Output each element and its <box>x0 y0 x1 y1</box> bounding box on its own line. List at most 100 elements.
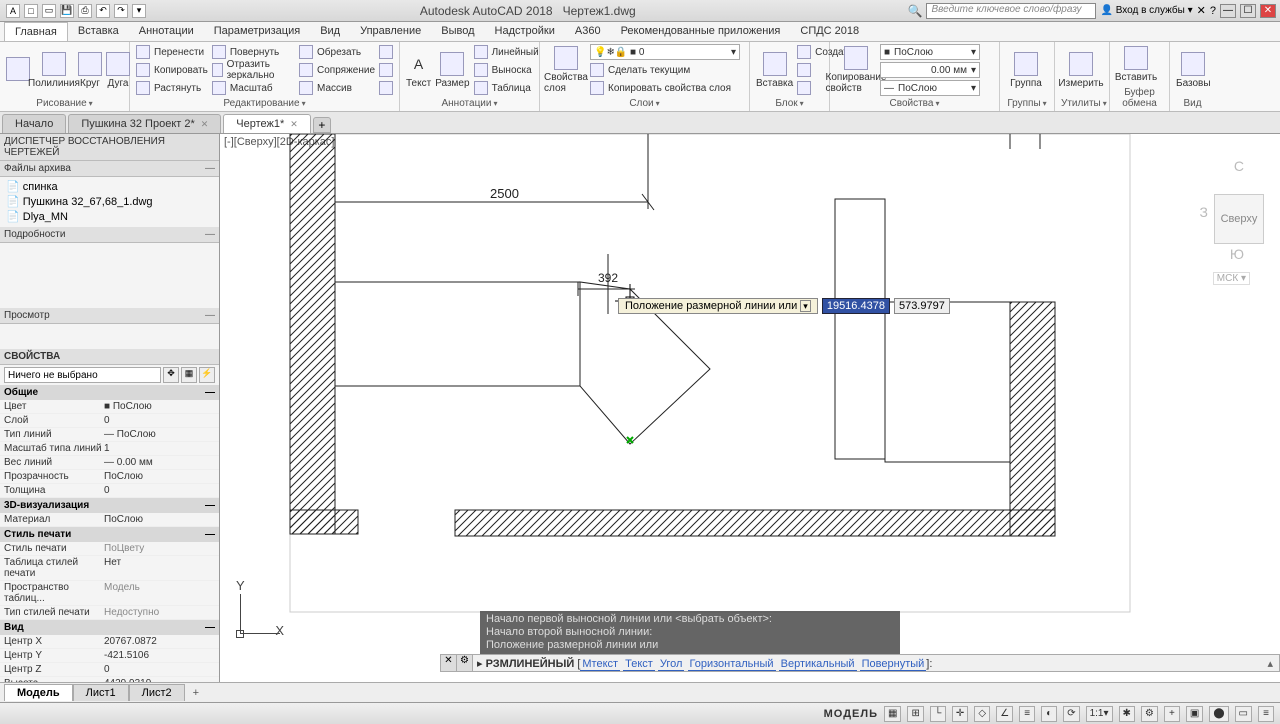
tab-view[interactable]: Вид <box>310 22 350 41</box>
base-view-button[interactable]: Базовы <box>1176 44 1211 96</box>
cmd-options-icon[interactable]: ⚙ <box>457 655 473 671</box>
copy-button[interactable]: Копировать <box>136 62 208 78</box>
drawing-canvas[interactable]: [-][Сверху][2D-каркас] С З Ю Сверху МСК … <box>220 134 1280 682</box>
lweight-toggle-icon[interactable]: ≡ <box>1019 706 1035 722</box>
tab-home[interactable]: Главная <box>4 22 68 41</box>
opt-vert[interactable]: Вертикальный <box>779 658 857 671</box>
search-icon[interactable]: 🔍 <box>908 4 923 18</box>
panel-modify-label[interactable]: Редактирование <box>136 96 393 109</box>
selection-dropdown[interactable] <box>4 367 161 383</box>
panel-util-label[interactable]: Утилиты <box>1061 96 1103 109</box>
opt-rot[interactable]: Повернутый <box>860 658 927 671</box>
tab-model[interactable]: Модель <box>4 684 73 701</box>
close-tab-icon[interactable]: ✕ <box>290 119 298 129</box>
tab-layout-1[interactable]: Лист1 <box>73 684 129 701</box>
command-line[interactable]: ✕ ⚙ ▸ РЗМЛИНЕЙНЫЙ [Мтекст Текст Угол Гор… <box>440 654 1280 672</box>
tab-doc-1[interactable]: Пушкина 32 Проект 2*✕ <box>68 114 221 133</box>
linear-dim-button[interactable]: Линейный <box>474 44 539 60</box>
layer-props-button[interactable]: Свойства слоя <box>546 44 586 96</box>
workspace-icon[interactable]: ⚙ <box>1141 706 1158 722</box>
tab-parametric[interactable]: Параметризация <box>204 22 310 41</box>
prop-ltype[interactable]: — ПоСлою <box>104 429 215 440</box>
insert-block-button[interactable]: Вставка <box>756 44 793 96</box>
otrack-icon[interactable]: ∠ <box>996 706 1013 722</box>
minimize-icon[interactable]: — <box>1220 4 1236 18</box>
tab-addins[interactable]: Надстройки <box>485 22 565 41</box>
print-icon[interactable]: ⎙ <box>78 4 92 18</box>
file-item[interactable]: 📄 спинка <box>6 179 213 194</box>
tab-output[interactable]: Вывод <box>431 22 484 41</box>
cycling-icon[interactable]: ⟳ <box>1063 706 1079 722</box>
prop-layer[interactable]: 0 <box>104 415 215 426</box>
panel-draw-label[interactable]: Рисование <box>6 96 123 109</box>
paste-button[interactable]: Вставить <box>1116 44 1156 85</box>
annotation-monitor-icon[interactable]: + <box>1164 706 1180 722</box>
rotate-button[interactable]: Повернуть <box>212 44 295 60</box>
opt-angle[interactable]: Угол <box>658 658 685 671</box>
clean-screen-icon[interactable]: ▭ <box>1235 706 1252 722</box>
customize-icon[interactable]: ≡ <box>1258 706 1274 722</box>
file-item[interactable]: 📄 Dlya_MN <box>6 209 213 224</box>
prop-thick[interactable]: 0 <box>104 485 215 496</box>
redo-icon[interactable]: ↷ <box>114 4 128 18</box>
measure-button[interactable]: Измерить <box>1061 44 1101 96</box>
maximize-icon[interactable]: ☐ <box>1240 4 1256 18</box>
panel-layers-label[interactable]: Слои <box>546 96 743 109</box>
match-props-button[interactable]: Копирование свойств <box>836 44 876 96</box>
make-current-button[interactable]: Сделать текущим <box>590 62 743 78</box>
opt-mtext[interactable]: Мтекст <box>580 658 620 671</box>
tooltip-x-input[interactable]: 19516.4378 <box>822 298 890 314</box>
trim-button[interactable]: Обрезать <box>299 44 375 60</box>
fillet-button[interactable]: Сопряжение <box>299 62 375 78</box>
cmd-close-icon[interactable]: ✕ <box>441 655 457 671</box>
new-icon[interactable]: □ <box>24 4 38 18</box>
scale-button[interactable]: Масштаб <box>212 80 295 96</box>
panel-block-label[interactable]: Блок <box>756 96 823 109</box>
tab-featured[interactable]: Рекомендованные приложения <box>611 22 791 41</box>
color-dropdown[interactable]: ■ ПоСлою▾ <box>880 44 980 60</box>
grid-icon[interactable]: ▦ <box>884 706 901 722</box>
text-button[interactable]: AТекст <box>406 44 431 96</box>
stretch-button[interactable]: Растянуть <box>136 80 208 96</box>
polyline-button[interactable]: Полилиния <box>34 44 74 96</box>
tab-layout-2[interactable]: Лист2 <box>129 684 185 701</box>
panel-props-label[interactable]: Свойства <box>836 96 993 109</box>
file-item[interactable]: 📄 Пушкина 32_67,68_1.dwg <box>6 194 213 209</box>
cat-general[interactable]: Общие— <box>0 385 219 400</box>
snap-icon[interactable]: ⊞ <box>907 706 923 722</box>
save-icon[interactable]: 💾 <box>60 4 74 18</box>
opt-text[interactable]: Текст <box>623 658 655 671</box>
panel-group-label[interactable]: Группы <box>1006 96 1048 109</box>
cat-plot[interactable]: Стиль печати— <box>0 527 219 542</box>
tab-insert[interactable]: Вставка <box>68 22 129 41</box>
prop-ltscale[interactable]: 1 <box>104 443 215 454</box>
preview-header[interactable]: Просмотр— <box>0 308 219 324</box>
add-tab-icon[interactable]: + <box>313 117 331 133</box>
dimension-button[interactable]: Размер <box>435 44 469 96</box>
help-icon[interactable]: ? <box>1210 5 1216 17</box>
lweight-dropdown[interactable]: 0.00 мм ▾ <box>880 62 980 78</box>
exchange-icon[interactable]: ✕ <box>1197 4 1206 17</box>
tab-annotate[interactable]: Аннотации <box>129 22 204 41</box>
tab-spds[interactable]: СПДС 2018 <box>790 22 869 41</box>
tab-a360[interactable]: A360 <box>565 22 611 41</box>
cmd-recent-icon[interactable]: ▴ <box>1261 657 1279 670</box>
login-button[interactable]: 👤 Вход в службы ▾ <box>1100 5 1192 16</box>
move-button[interactable]: Перенести <box>136 44 208 60</box>
prop-transp[interactable]: ПоСлою <box>104 471 215 482</box>
leader-button[interactable]: Выноска <box>474 62 539 78</box>
hardware-accel-icon[interactable]: ⬤ <box>1209 706 1228 722</box>
polar-icon[interactable]: ✛ <box>952 706 968 722</box>
osnap-icon[interactable]: ◇ <box>974 706 990 722</box>
prop-material[interactable]: ПоСлою <box>104 514 215 525</box>
layer-dropdown[interactable]: 💡❄🔒 ■ 0 ▾ <box>590 44 740 60</box>
modelspace-button[interactable]: МОДЕЛЬ <box>824 708 878 720</box>
select-objects-icon[interactable]: ▦ <box>181 367 197 383</box>
undo-icon[interactable]: ↶ <box>96 4 110 18</box>
qat-dropdown-icon[interactable]: ▾ <box>132 4 146 18</box>
ltype-dropdown[interactable]: — ПоСлою▾ <box>880 80 980 96</box>
quick-select-icon[interactable]: ⚡ <box>199 367 215 383</box>
open-icon[interactable]: ▭ <box>42 4 56 18</box>
line-button[interactable] <box>6 44 30 96</box>
array-button[interactable]: Массив <box>299 80 375 96</box>
